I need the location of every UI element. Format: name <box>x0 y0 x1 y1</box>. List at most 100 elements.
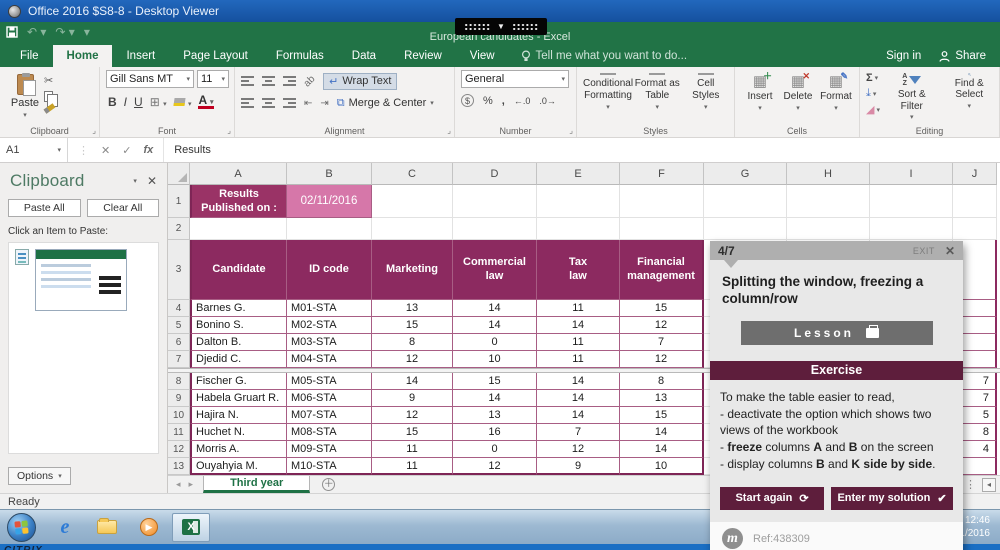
align-center-button[interactable] <box>262 98 275 108</box>
ribbon-tab-home[interactable]: Home <box>53 45 113 67</box>
cell-F11[interactable]: 14 <box>620 424 704 441</box>
column-header-D[interactable]: D <box>453 163 537 185</box>
cell-F10[interactable]: 15 <box>620 407 704 424</box>
sort-filter-button[interactable]: AZ Sort & Filter ▾ <box>886 70 938 111</box>
header-cell-id-code[interactable]: ID code <box>287 240 372 300</box>
column-header-J[interactable]: J <box>953 163 997 185</box>
number-format-combo[interactable]: General▾ <box>461 70 569 88</box>
start-button[interactable] <box>7 513 36 542</box>
cell-F6[interactable]: 7 <box>620 334 704 351</box>
cell-C10[interactable]: 12 <box>372 407 453 424</box>
cell-A1[interactable]: Results Published on : <box>190 185 287 218</box>
cancel-entry-icon[interactable]: ✕ <box>101 144 110 157</box>
cell-A11[interactable]: Huchet N. <box>190 424 287 441</box>
clear-button[interactable]: ◢ ▾ <box>866 103 880 116</box>
enter-solution-button[interactable]: Enter my solution ✔ <box>831 487 953 510</box>
insert-function-icon[interactable]: fx <box>143 144 153 156</box>
conditional-formatting-button[interactable]: Conditional Formatting ▾ <box>583 70 633 111</box>
align-middle-button[interactable] <box>262 76 275 86</box>
cell-C9[interactable]: 9 <box>372 390 453 407</box>
sheet-cell[interactable] <box>953 185 997 218</box>
cell-C6[interactable]: 8 <box>372 334 453 351</box>
format-painter-button[interactable] <box>44 103 56 113</box>
clipboard-options-button[interactable]: Options ▾ <box>8 467 71 485</box>
cell-D8[interactable]: 15 <box>453 373 537 390</box>
cell-B12[interactable]: M09-STA <box>287 441 372 458</box>
lesson-button[interactable]: Lesson <box>741 321 933 345</box>
pane-close-icon[interactable]: ✕ <box>147 174 157 188</box>
underline-button[interactable]: U <box>134 95 143 109</box>
cell-C7[interactable]: 12 <box>372 351 453 368</box>
tell-me-box[interactable]: Tell me what you want to do... <box>509 45 700 67</box>
cell-A8[interactable]: Fischer G. <box>190 373 287 390</box>
number-dialog-launcher[interactable]: ⌟ <box>569 126 573 135</box>
font-dialog-launcher[interactable]: ⌟ <box>227 126 231 135</box>
merge-center-button[interactable]: ⧉ Merge & Center ▾ <box>337 97 434 110</box>
cell-C12[interactable]: 11 <box>372 441 453 458</box>
tabbar-drag-handle-icon[interactable]: ⋮ <box>965 478 976 491</box>
taskbar-excel-button[interactable]: X <box>172 513 210 542</box>
cell-A7[interactable]: Djedid C. <box>190 351 287 368</box>
cell-F9[interactable]: 13 <box>620 390 704 407</box>
alignment-dialog-launcher[interactable]: ⌟ <box>447 126 451 135</box>
align-bottom-button[interactable] <box>283 76 296 86</box>
insert-cells-button[interactable]: ▦＋ Insert ▾ <box>741 70 779 111</box>
cell-B4[interactable]: M01-STA <box>287 300 372 317</box>
ribbon-tab-view[interactable]: View <box>456 45 509 67</box>
sheet-tab-third-year[interactable]: Third year <box>203 476 310 493</box>
share-button[interactable]: Share <box>939 50 986 62</box>
sheet-cell[interactable] <box>870 218 953 240</box>
cell-D12[interactable]: 0 <box>453 441 537 458</box>
clipboard-dialog-launcher[interactable]: ⌟ <box>92 126 96 135</box>
format-as-table-button[interactable]: Format as Table ▾ <box>633 70 681 111</box>
clear-all-button[interactable]: Clear All <box>87 199 160 217</box>
sheet-cell[interactable] <box>537 185 620 218</box>
decrease-indent-button[interactable]: ⇤ <box>304 98 312 109</box>
row-header-12[interactable]: 12 <box>168 441 190 458</box>
confirm-entry-icon[interactable]: ✓ <box>122 144 131 157</box>
delete-cells-button[interactable]: ▦✕ Delete ▾ <box>779 70 817 111</box>
column-header-I[interactable]: I <box>870 163 953 185</box>
sheet-cell[interactable] <box>372 185 453 218</box>
sheet-cell[interactable] <box>870 185 953 218</box>
sheet-cell[interactable] <box>287 218 372 240</box>
paste-button[interactable]: Paste ▾ <box>6 70 44 122</box>
font-name-combo[interactable]: Gill Sans MT▾ <box>106 70 194 88</box>
format-cells-button[interactable]: ▦✎ Format ▾ <box>817 70 855 111</box>
column-header-C[interactable]: C <box>372 163 453 185</box>
cell-D4[interactable]: 14 <box>453 300 537 317</box>
cell-styles-button[interactable]: Cell Styles ▾ <box>682 70 730 111</box>
cell-D5[interactable]: 14 <box>453 317 537 334</box>
cell-A10[interactable]: Hajira N. <box>190 407 287 424</box>
select-all-corner[interactable] <box>168 163 190 185</box>
cell-E11[interactable]: 7 <box>537 424 620 441</box>
ribbon-tab-insert[interactable]: Insert <box>112 45 169 67</box>
row-header-10[interactable]: 10 <box>168 407 190 424</box>
cell-A13[interactable]: Ouyahyia M. <box>190 458 287 475</box>
cell-B11[interactable]: M08-STA <box>287 424 372 441</box>
ribbon-tab-review[interactable]: Review <box>390 45 456 67</box>
header-cell-marketing[interactable]: Marketing <box>372 240 453 300</box>
sheet-nav-next-icon[interactable]: ▸ <box>189 479 194 490</box>
paste-all-button[interactable]: Paste All <box>8 199 81 217</box>
row-header-1[interactable]: 1 <box>168 185 190 218</box>
row-header-2[interactable]: 2 <box>168 218 190 240</box>
row-header-9[interactable]: 9 <box>168 390 190 407</box>
cell-F13[interactable]: 10 <box>620 458 704 475</box>
cell-D11[interactable]: 16 <box>453 424 537 441</box>
cell-B6[interactable]: M03-STA <box>287 334 372 351</box>
sheet-cell[interactable] <box>704 218 787 240</box>
cell-B8[interactable]: M05-STA <box>287 373 372 390</box>
cell-E13[interactable]: 9 <box>537 458 620 475</box>
column-header-B[interactable]: B <box>287 163 372 185</box>
sheet-cell[interactable] <box>372 218 453 240</box>
sheet-cell[interactable] <box>620 185 704 218</box>
increase-indent-button[interactable]: ⇥ <box>320 98 328 109</box>
header-cell-commercial-law[interactable]: Commercial law <box>453 240 537 300</box>
align-top-button[interactable] <box>241 76 254 86</box>
row-header-5[interactable]: 5 <box>168 317 190 334</box>
fill-color-button[interactable]: ▾ <box>174 95 192 109</box>
cell-B10[interactable]: M07-STA <box>287 407 372 424</box>
name-box[interactable]: A1 ▾ <box>0 138 68 162</box>
font-size-combo[interactable]: 11▾ <box>197 70 229 88</box>
